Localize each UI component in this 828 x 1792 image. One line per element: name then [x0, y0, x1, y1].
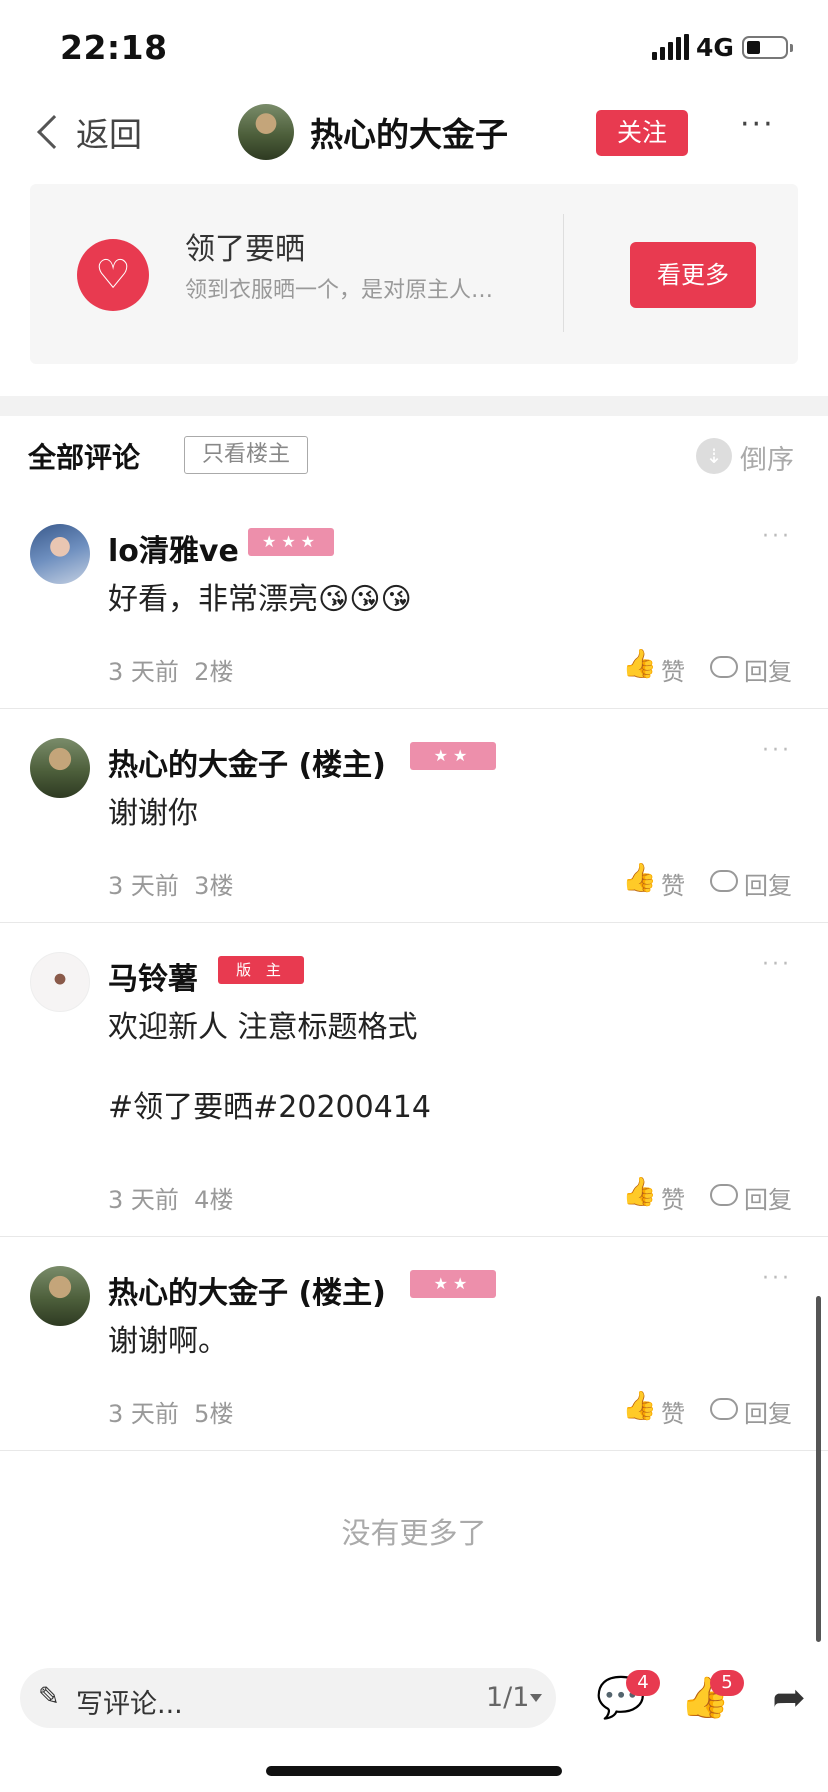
avatar[interactable]	[30, 952, 90, 1012]
author-avatar[interactable]	[238, 104, 294, 160]
more-icon[interactable]: ···	[762, 952, 792, 977]
op-only-filter-button[interactable]: 只看楼主	[184, 436, 308, 474]
heart-icon: ♡	[77, 239, 149, 311]
comment-input[interactable]: ✎ 写评论... 1/1	[20, 1668, 556, 1728]
separator	[0, 708, 828, 709]
nav-bar: 返回 热心的大金子 关注 ···	[0, 96, 828, 176]
comments-header: 全部评论 只看楼主 ⇣ 倒序	[0, 430, 828, 490]
battery-icon	[742, 36, 788, 59]
topic-card[interactable]: ♡ 领了要晒 领到衣服晒一个，是对原主人… 看更多	[30, 184, 798, 364]
network-label: 4G	[696, 33, 734, 62]
comment-item: 热心的大金子 (楼主) ★★ ··· 谢谢啊。 3 天前 5楼 👍 赞 回复	[0, 1266, 828, 1442]
like-button[interactable]: 赞	[661, 866, 685, 901]
status-bar: 22:18 4G	[0, 0, 828, 96]
comment-item: lo清雅ve ★★★ ··· 好看，非常漂亮😘😘😘 3 天前 2楼 👍 赞 回复	[0, 524, 828, 714]
comment-author[interactable]: lo清雅ve	[108, 526, 239, 570]
reply-icon[interactable]	[710, 1184, 738, 1206]
comment-meta: 3 天前 4楼	[108, 1186, 234, 1214]
battery-tip	[790, 44, 793, 52]
level-badge: ★★	[410, 742, 496, 770]
more-icon[interactable]: ···	[740, 110, 780, 146]
comment-meta: 3 天前 5楼	[108, 1400, 234, 1428]
separator	[0, 1236, 828, 1237]
reply-icon[interactable]	[710, 656, 738, 678]
scrollbar[interactable]	[816, 1296, 821, 1642]
like-icon[interactable]: 👍	[622, 648, 657, 680]
pencil-icon: ✎	[38, 1682, 60, 1712]
separator	[0, 1450, 828, 1451]
comment-icon[interactable]: 💬 4	[596, 1670, 660, 1722]
comment-meta: 3 天前 3楼	[108, 872, 234, 900]
like-button[interactable]: 赞	[661, 652, 685, 687]
level-badge: ★★★	[248, 528, 334, 556]
like-count-badge: 5	[710, 1670, 744, 1696]
comment-text: 好看，非常漂亮😘😘😘	[108, 582, 412, 617]
comment-author[interactable]: 热心的大金子 (楼主)	[108, 740, 386, 784]
comment-meta: 3 天前 2楼	[108, 658, 234, 686]
comment-item: 马铃薯 版 主 ··· 欢迎新人 注意标题格式 #领了要晒#20200414 3…	[0, 952, 828, 1228]
comments-title: 全部评论	[28, 441, 141, 474]
reply-button[interactable]: 回复	[744, 866, 792, 901]
topic-title: 领了要晒	[185, 232, 305, 267]
share-icon[interactable]: ➦	[764, 1674, 814, 1722]
moderator-badge: 版 主	[218, 956, 304, 984]
back-label: 返回	[76, 115, 142, 154]
reply-button[interactable]: 回复	[744, 652, 792, 687]
card-divider	[563, 214, 564, 332]
home-indicator	[266, 1766, 562, 1776]
more-icon[interactable]: ···	[762, 524, 792, 549]
reply-icon[interactable]	[710, 870, 738, 892]
section-divider	[0, 396, 828, 416]
comment-author[interactable]: 马铃薯	[108, 954, 198, 998]
no-more-text: 没有更多了	[341, 1516, 487, 1550]
caret-down-icon[interactable]	[530, 1694, 542, 1702]
like-icon[interactable]: 👍 5	[680, 1670, 744, 1722]
reply-button[interactable]: 回复	[744, 1180, 792, 1215]
more-icon[interactable]: ···	[762, 738, 792, 763]
back-button[interactable]: 返回	[30, 108, 142, 156]
comment-item: 热心的大金子 (楼主) ★★ ··· 谢谢你 3 天前 3楼 👍 赞 回复	[0, 738, 828, 914]
comment-text: 谢谢啊。	[108, 1324, 228, 1359]
bottom-bar: ✎ 写评论... 1/1 💬 4 👍 5 ➦	[0, 1660, 828, 1736]
comment-placeholder: 写评论...	[76, 1689, 183, 1720]
comment-text: 谢谢你	[108, 796, 198, 831]
comment-author[interactable]: 热心的大金子 (楼主)	[108, 1268, 386, 1312]
reply-button[interactable]: 回复	[744, 1394, 792, 1429]
sort-button[interactable]: 倒序	[740, 438, 794, 477]
signal-icon	[652, 34, 689, 60]
sort-icon[interactable]: ⇣	[696, 438, 732, 474]
status-time: 22:18	[60, 28, 168, 67]
comment-text: 欢迎新人 注意标题格式 #领了要晒#20200414	[108, 1010, 431, 1125]
follow-button[interactable]: 关注	[596, 110, 688, 156]
like-icon[interactable]: 👍	[622, 1390, 657, 1422]
page-indicator[interactable]: 1/1	[486, 1682, 529, 1713]
author-name[interactable]: 热心的大金子	[310, 108, 508, 156]
more-icon[interactable]: ···	[762, 1266, 792, 1291]
level-badge: ★★	[410, 1270, 496, 1298]
separator	[0, 922, 828, 923]
topic-subtitle: 领到衣服晒一个，是对原主人…	[185, 278, 494, 303]
like-button[interactable]: 赞	[661, 1180, 685, 1215]
like-button[interactable]: 赞	[661, 1394, 685, 1429]
avatar[interactable]	[30, 524, 90, 584]
avatar[interactable]	[30, 1266, 90, 1326]
chevron-left-icon	[37, 115, 71, 149]
see-more-button[interactable]: 看更多	[630, 242, 756, 308]
like-icon[interactable]: 👍	[622, 862, 657, 894]
reply-icon[interactable]	[710, 1398, 738, 1420]
like-icon[interactable]: 👍	[622, 1176, 657, 1208]
avatar[interactable]	[30, 738, 90, 798]
comment-count-badge: 4	[626, 1670, 660, 1696]
